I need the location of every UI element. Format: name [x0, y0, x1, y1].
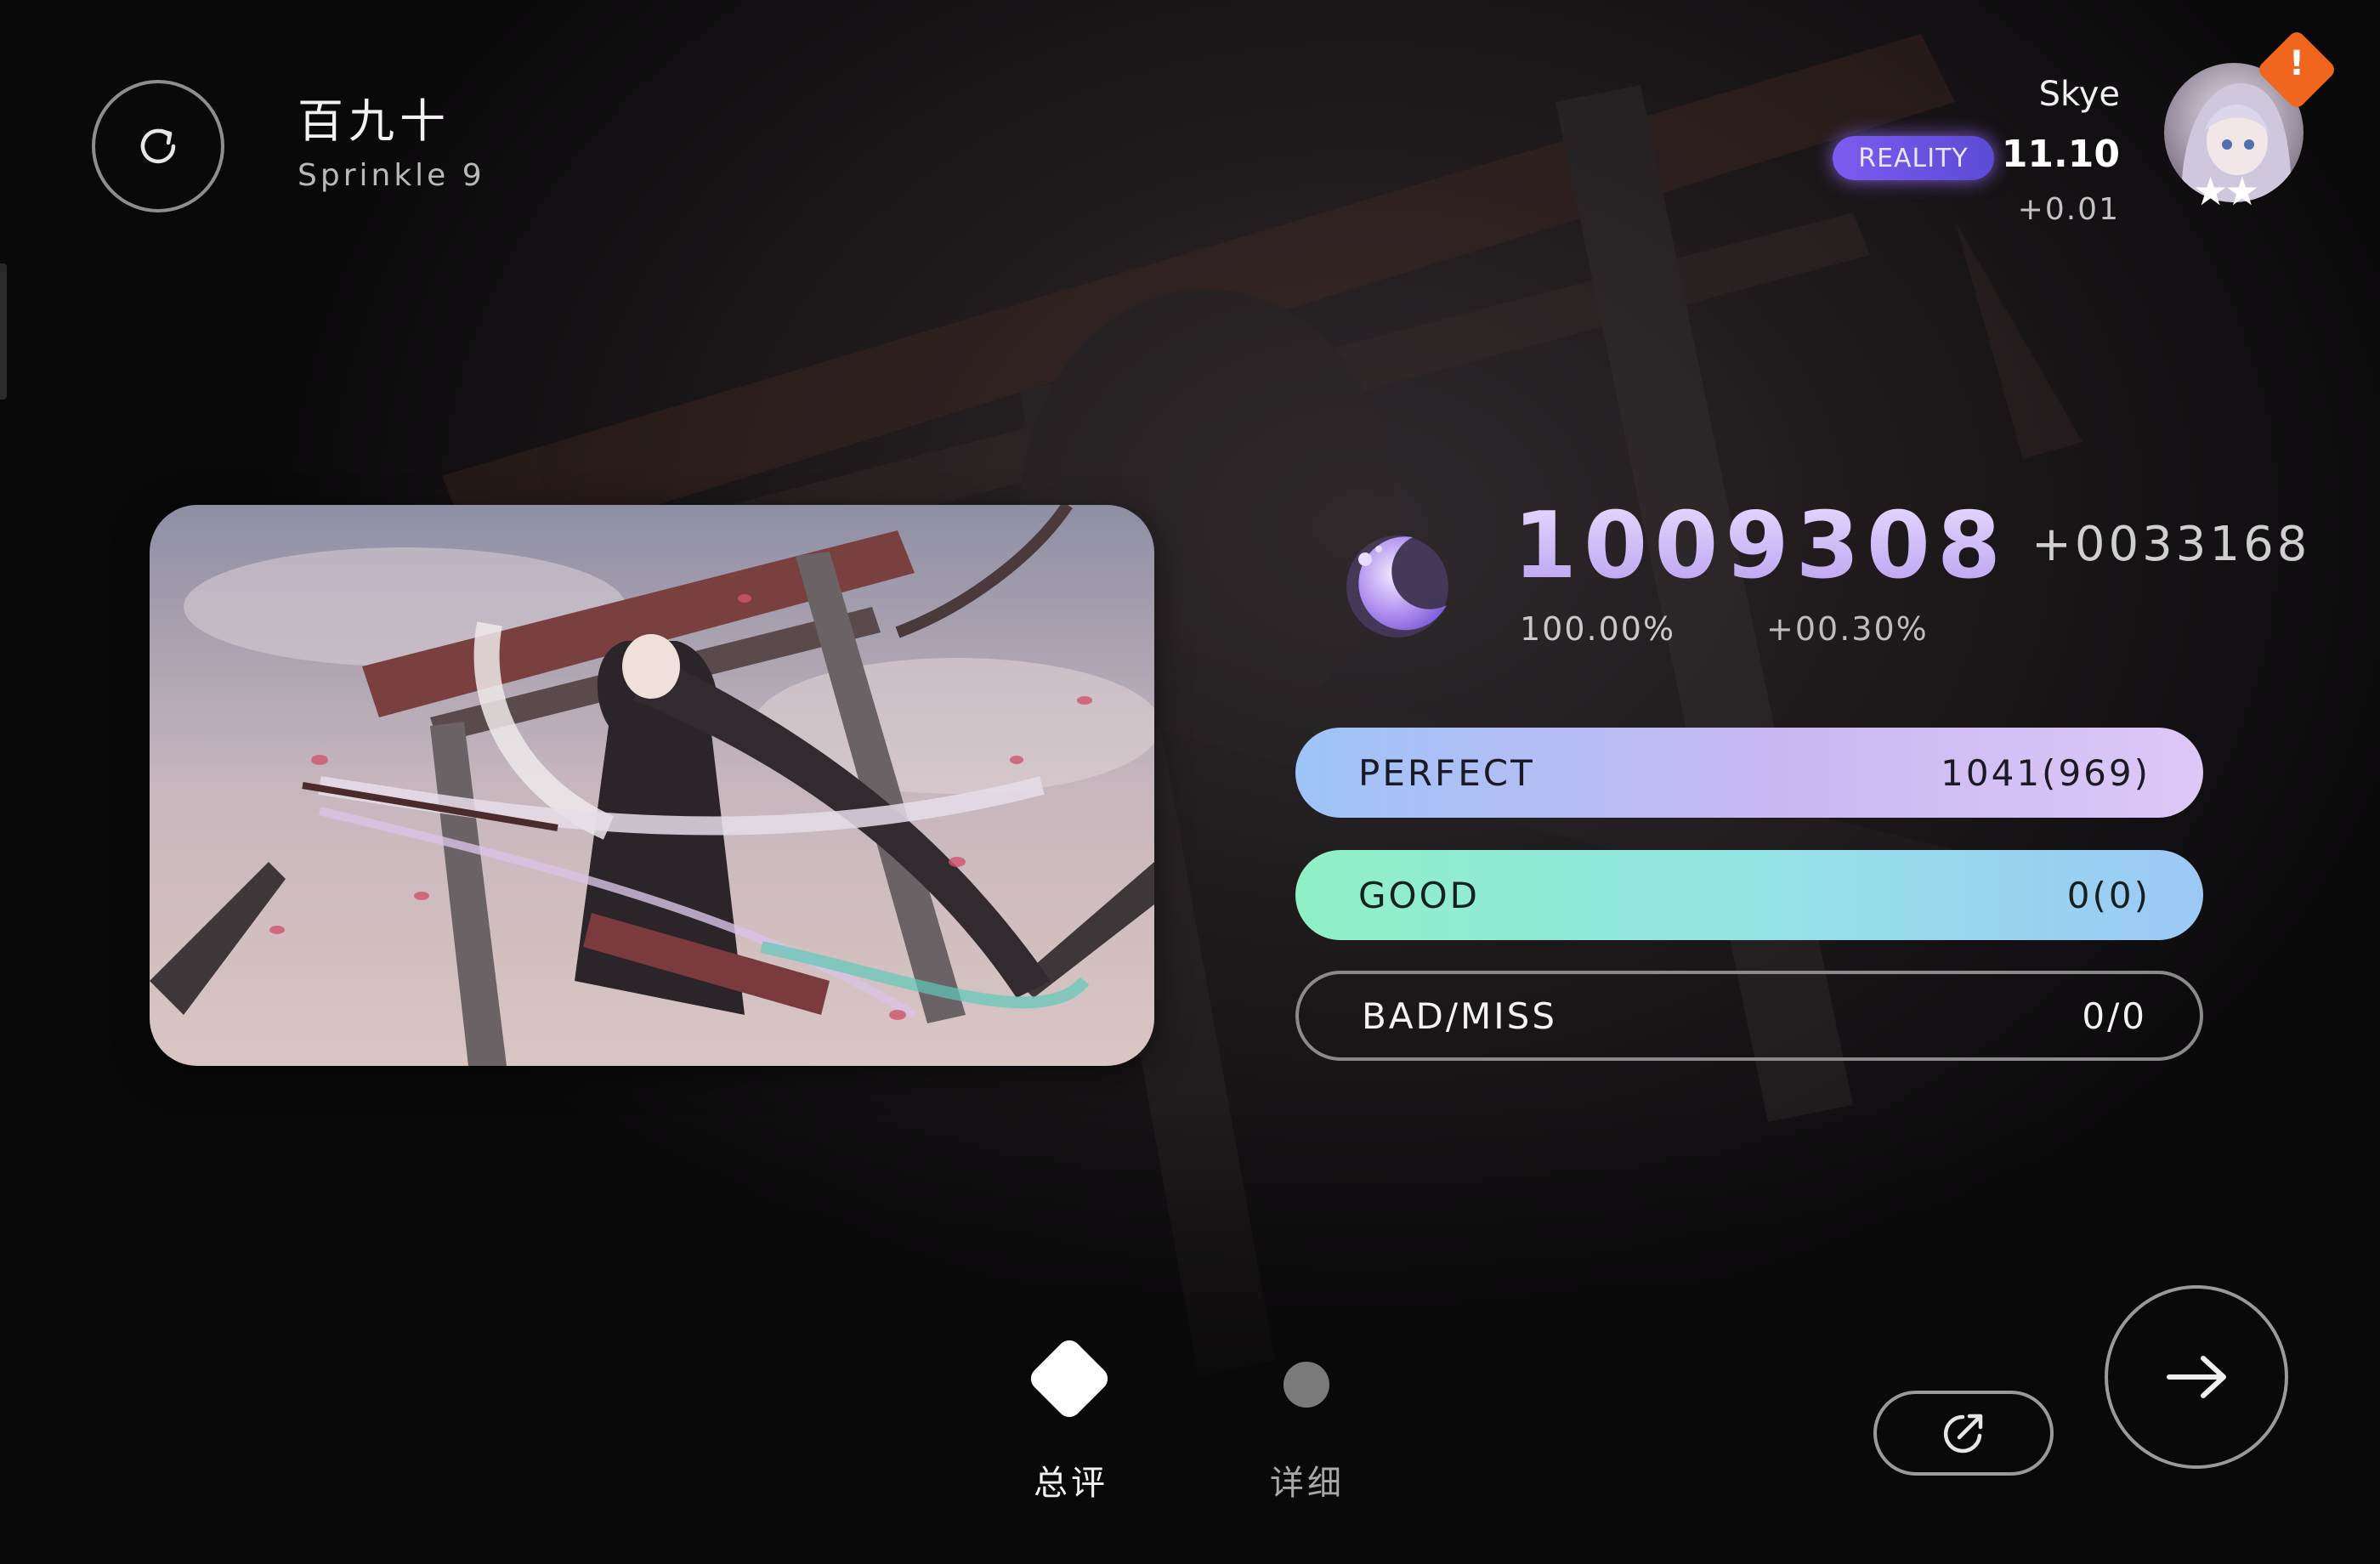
side-drawer-handle[interactable]	[0, 264, 7, 400]
alert-icon: !	[2288, 44, 2305, 83]
song-title: 百九十	[298, 94, 450, 148]
accuracy-value: 100.00%	[1520, 610, 1676, 648]
bad-miss-judgement-bar: BAD/MISS 0/0	[1295, 971, 2203, 1061]
judgement-count: 0(0)	[2066, 874, 2150, 916]
tab-detail-dot-icon[interactable]	[1284, 1362, 1329, 1408]
player-rks-delta: +0.01	[2017, 192, 2120, 227]
avatar-stars: ★★	[2193, 168, 2260, 214]
judgement-count: 0/0	[2082, 994, 2147, 1037]
retry-icon	[140, 128, 176, 164]
share-icon	[1943, 1414, 1983, 1454]
player-rks: 11.10	[2001, 133, 2120, 176]
song-illustration	[150, 505, 1154, 1066]
reality-badge: REALITY	[1833, 136, 1994, 180]
perfect-judgement-bar: PERFECT 1041(969)	[1295, 728, 2203, 818]
bottom-gradient-overlay	[0, 1105, 2380, 1564]
player-name: Skye	[2038, 75, 2120, 114]
share-button[interactable]	[1873, 1391, 2054, 1476]
score-delta: +0033168	[2032, 517, 2311, 572]
song-difficulty-level: Sprinkle 9	[298, 158, 485, 193]
judgement-count: 1041(969)	[1941, 751, 2150, 794]
judgement-label: PERFECT	[1358, 751, 1535, 794]
tab-summary[interactable]: 总评	[1028, 1455, 1114, 1504]
good-judgement-bar: GOOD 0(0)	[1295, 850, 2203, 940]
next-button[interactable]	[2105, 1285, 2288, 1469]
tab-detail[interactable]: 详细	[1265, 1455, 1350, 1504]
judgement-label: BAD/MISS	[1362, 994, 1557, 1037]
crescent-moon-rank-icon	[1346, 536, 1448, 638]
judgement-label: GOOD	[1358, 874, 1481, 916]
score-value: 1009308	[1513, 493, 2009, 599]
arrow-right-icon	[2167, 1356, 2226, 1398]
accuracy-delta: +00.30%	[1766, 610, 1929, 648]
retry-button[interactable]	[92, 80, 224, 212]
